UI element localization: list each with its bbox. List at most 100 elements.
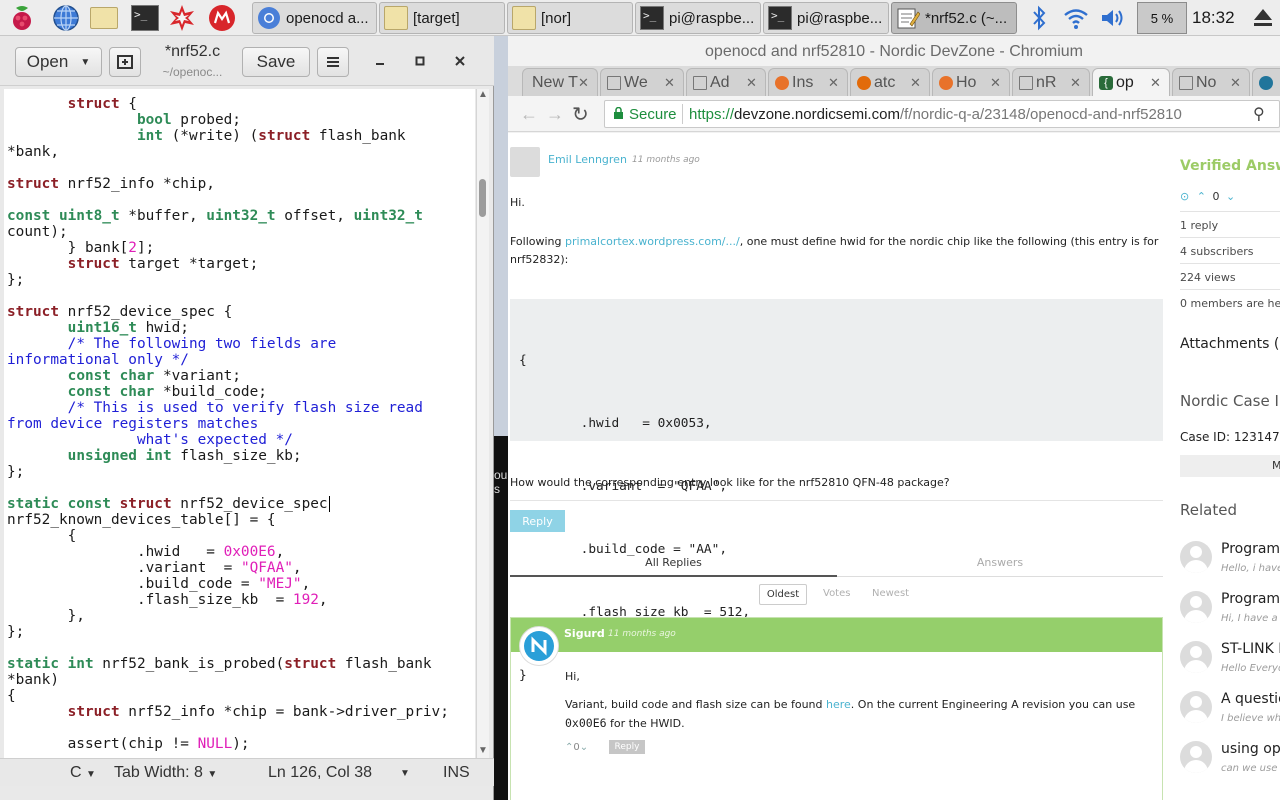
- math-app-icon[interactable]: [167, 3, 197, 33]
- close-icon[interactable]: ✕: [1150, 75, 1164, 91]
- question-intro: Following primalcortex.wordpress.com/...…: [510, 235, 1159, 266]
- code-text-area[interactable]: struct { bool probed; int (*write) (stru…: [4, 89, 475, 759]
- search-icon[interactable]: ⚲: [1253, 104, 1265, 124]
- task-chromium[interactable]: openocd a...: [252, 2, 377, 34]
- bluetooth-icon[interactable]: [1029, 4, 1049, 37]
- close-icon[interactable]: ✕: [578, 75, 592, 91]
- code-line: struct nrf52_device_spec {: [7, 304, 233, 320]
- close-icon[interactable]: ✕: [746, 75, 760, 91]
- tab-new[interactable]: New T ✕: [522, 68, 598, 96]
- open-button[interactable]: Open ▼: [15, 47, 102, 77]
- maximize-icon[interactable]: [410, 51, 430, 71]
- question-reply-button[interactable]: Reply: [510, 510, 565, 532]
- task-terminal-2[interactable]: pi@raspbe...: [763, 2, 889, 34]
- insert-mode: INS: [443, 764, 470, 781]
- volume-icon[interactable]: [1099, 4, 1127, 37]
- wolfram-icon[interactable]: [207, 3, 237, 33]
- chromium-window: openocd and nrf52810 - Nordic DevZone - …: [508, 36, 1280, 800]
- new-tab-button[interactable]: [109, 47, 141, 77]
- back-arrow-icon[interactable]: ←: [520, 104, 538, 125]
- case-info-heading: Nordic Case Info: [1180, 392, 1280, 410]
- scroll-up-icon[interactable]: ▲: [478, 89, 488, 100]
- eject-icon[interactable]: [1252, 6, 1274, 30]
- related-item[interactable]: using opecan we use o: [1180, 741, 1280, 785]
- upvote-icon: ⌃: [1196, 190, 1206, 203]
- close-icon[interactable]: ✕: [910, 75, 924, 91]
- task-editor[interactable]: *nrf52.c (~...: [891, 2, 1017, 34]
- related-item[interactable]: ProgrammiHi, I have a: [1180, 591, 1280, 635]
- task-folder-target[interactable]: [target]: [379, 2, 505, 34]
- folder-icon: [512, 6, 536, 30]
- web-browser-icon[interactable]: [51, 3, 81, 33]
- text-cursor: [328, 496, 330, 512]
- editor-scrollbar[interactable]: ▲ ▼: [476, 89, 489, 759]
- code-line: .flash_size_kb = 192,: [7, 592, 328, 608]
- wifi-icon[interactable]: [1062, 4, 1090, 37]
- language-selector[interactable]: C ▼: [70, 764, 96, 782]
- case-button[interactable]: M: [1180, 455, 1280, 477]
- close-icon[interactable]: ✕: [828, 75, 842, 91]
- tab-width-selector[interactable]: Tab Width: 8 ▼: [114, 764, 217, 782]
- sidebar-votes[interactable]: ⊙ ⌃ 0 ⌄: [1180, 190, 1235, 203]
- editor-header-bar: Open ▼ *nrf52.c ~/openoc... Save: [0, 36, 494, 86]
- minimize-icon[interactable]: [370, 51, 390, 71]
- task-terminal-1[interactable]: pi@raspbe...: [635, 2, 761, 34]
- terminal-icon: [640, 6, 664, 30]
- forward-arrow-icon[interactable]: →: [546, 104, 564, 125]
- close-icon[interactable]: ✕: [664, 75, 678, 91]
- answer-author[interactable]: Sigurd: [564, 627, 605, 640]
- sort-newest-button[interactable]: Newest: [872, 588, 909, 599]
- scroll-down-icon[interactable]: ▼: [478, 745, 488, 756]
- close-icon[interactable]: ✕: [990, 75, 1004, 91]
- reload-icon[interactable]: ↻: [572, 102, 589, 127]
- close-icon[interactable]: [450, 51, 470, 71]
- primalcortex-link[interactable]: primalcortex.wordpress.com/.../: [565, 235, 740, 248]
- here-link[interactable]: here: [826, 698, 851, 711]
- task-folder-nor[interactable]: [nor]: [507, 2, 633, 34]
- tab-nr[interactable]: nR ✕: [1012, 68, 1090, 96]
- tab-ad[interactable]: Ad ✕: [686, 68, 766, 96]
- duckduckgo-icon: [857, 75, 871, 90]
- code-line: .hwid = 0x00E6,: [7, 544, 285, 560]
- terminal-icon[interactable]: [130, 3, 160, 33]
- related-item[interactable]: ProgrammiHello, i have: [1180, 541, 1280, 585]
- file-manager-icon[interactable]: [89, 3, 119, 33]
- save-button[interactable]: Save: [242, 47, 310, 77]
- tab-ins[interactable]: Ins ✕: [768, 68, 848, 96]
- menu-button[interactable]: [317, 47, 349, 77]
- avatar[interactable]: [510, 147, 540, 177]
- code-line: struct nrf52_info *chip,: [7, 176, 215, 192]
- tab-no[interactable]: No ✕: [1172, 68, 1250, 96]
- downvote-icon[interactable]: ⌄: [580, 742, 588, 753]
- tab-answers[interactable]: Answers: [837, 556, 1163, 569]
- sort-votes-button[interactable]: Votes: [823, 588, 850, 599]
- clock[interactable]: 18:32: [1192, 8, 1235, 28]
- code-line: },: [7, 608, 85, 624]
- tab-we[interactable]: We ✕: [600, 68, 684, 96]
- address-bar[interactable]: Secure https://devzone.nordicsemi.com/f/…: [604, 100, 1280, 128]
- related-item[interactable]: A questioI believe wha: [1180, 691, 1280, 735]
- attachments-heading[interactable]: Attachments (0): [1180, 336, 1280, 352]
- tab-wordpress[interactable]: [1252, 68, 1280, 96]
- tab-atc[interactable]: atc ✕: [850, 68, 930, 96]
- code-line: const uint8_t *buffer, uint32_t offset, …: [7, 208, 423, 224]
- close-icon[interactable]: ✕: [1070, 75, 1084, 91]
- close-icon[interactable]: ✕: [1230, 75, 1244, 91]
- nordic-avatar[interactable]: [519, 626, 559, 666]
- answer-vote[interactable]: ⌃0⌄: [565, 742, 588, 753]
- wordpress-icon: [1259, 75, 1273, 90]
- tab-openocd-active[interactable]: {op ✕: [1092, 68, 1170, 96]
- sort-oldest-button[interactable]: Oldest: [759, 584, 807, 605]
- raspberry-menu-icon[interactable]: [7, 3, 37, 33]
- tab-ho[interactable]: Ho ✕: [932, 68, 1010, 96]
- chevron-down-icon[interactable]: ▼: [400, 768, 410, 779]
- cpu-monitor[interactable]: 5 %: [1137, 2, 1187, 34]
- question-author[interactable]: Emil Lenngren: [548, 153, 627, 166]
- scrollbar-thumb[interactable]: [479, 179, 486, 217]
- tab-all-replies[interactable]: All Replies: [510, 556, 837, 569]
- related-item[interactable]: ST-LINK NHello Everyo: [1180, 641, 1280, 685]
- cursor-position[interactable]: Ln 126, Col 38: [268, 764, 372, 782]
- answer-reply-button[interactable]: Reply: [609, 740, 645, 754]
- avatar: [1180, 591, 1212, 623]
- chevron-down-icon: ▼: [86, 769, 96, 780]
